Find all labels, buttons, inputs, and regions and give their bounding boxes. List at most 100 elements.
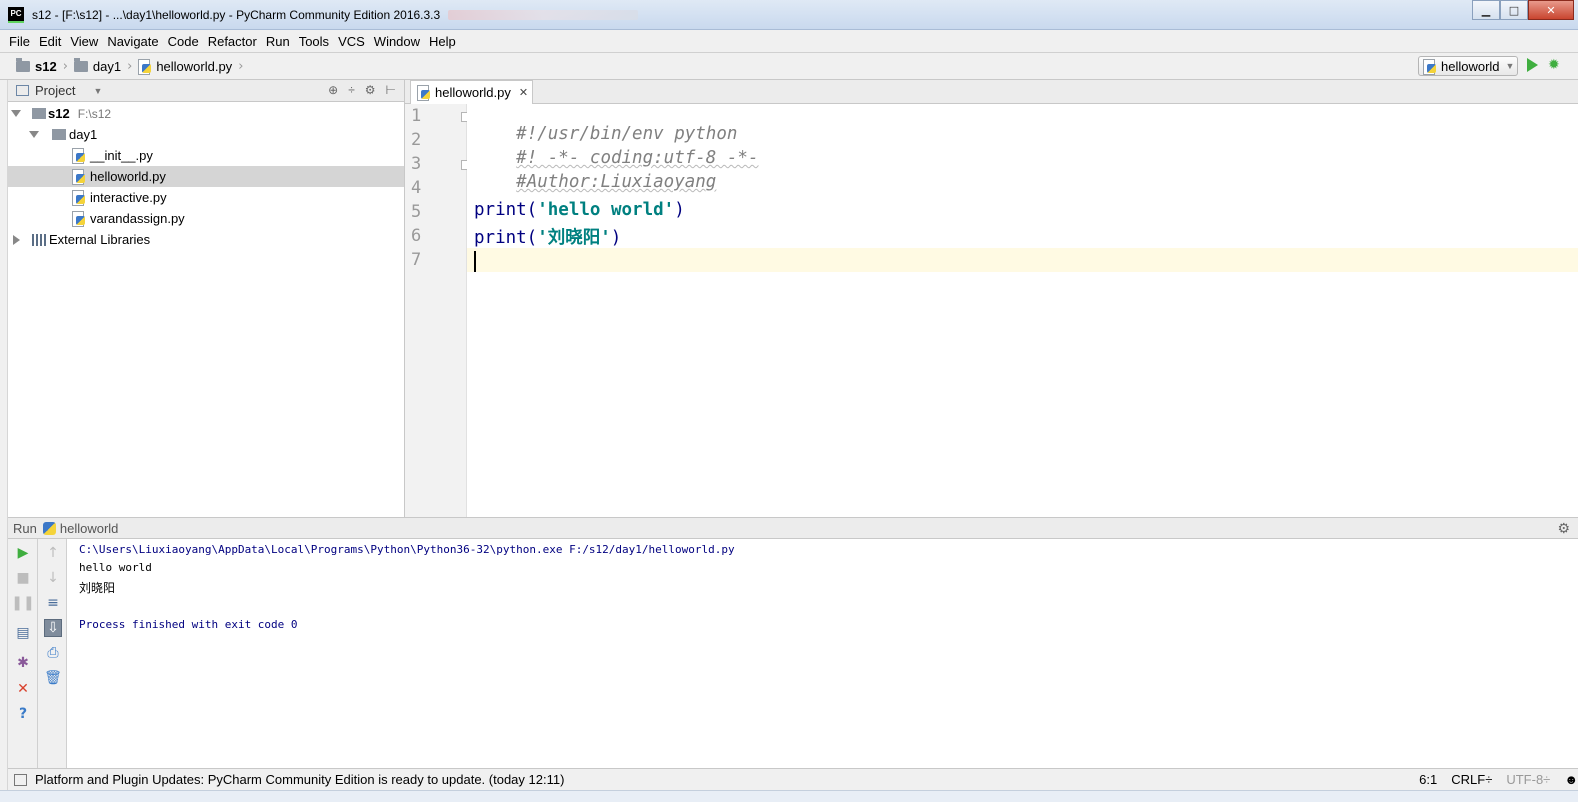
- tree-item-file[interactable]: __init__.py: [8, 145, 404, 166]
- menu-vcs[interactable]: VCS: [338, 34, 365, 49]
- code-line-6: print('刘晓阳'): [474, 224, 621, 249]
- close-tab-icon[interactable]: ✕: [519, 86, 528, 99]
- line-number: 2: [411, 130, 422, 150]
- project-panel-header[interactable]: Project ▼ ⊕ ÷ ⚙ ⊢: [8, 80, 404, 102]
- navigation-bar: s12 › day1 › helloworld.py › helloworld …: [0, 52, 1578, 80]
- window-title: s12 - [F:\s12] - ...\day1\helloworld.py …: [32, 7, 441, 22]
- chevron-down-icon: ▼: [1505, 61, 1515, 71]
- tree-file-label: __init__.py: [90, 148, 153, 163]
- run-configuration-dropdown[interactable]: helloworld ▼: [1418, 56, 1518, 76]
- chevron-right-icon: ›: [238, 58, 244, 74]
- menu-help[interactable]: Help: [429, 34, 456, 49]
- hide-panel-icon[interactable]: ⊢: [386, 83, 396, 97]
- current-line-highlight: [467, 248, 1578, 272]
- line-number: 1: [411, 106, 422, 126]
- run-toolbar-primary: ▶ ■ ❚❚ ▤ ✱ ✕ ?: [8, 539, 38, 768]
- debug-bug-icon[interactable]: ✹: [1548, 57, 1564, 73]
- python-file-icon: [72, 148, 86, 164]
- soft-wrap-icon[interactable]: ≡: [44, 594, 62, 612]
- file-encoding[interactable]: UTF-8÷: [1506, 772, 1550, 787]
- inspector-icon[interactable]: ☻: [1564, 772, 1578, 787]
- arrow-down-icon[interactable]: ↓: [44, 569, 62, 587]
- editor-tab-bar: helloworld.py ✕: [405, 80, 1578, 104]
- menu-refactor[interactable]: Refactor: [208, 34, 257, 49]
- folder-icon: [73, 57, 88, 72]
- menu-bar: File Edit View Navigate Code Refactor Ru…: [0, 30, 1578, 52]
- python-icon: [42, 521, 56, 535]
- folder-icon: [16, 57, 30, 72]
- code-line-5: print('hello world'): [474, 200, 685, 220]
- tree-item-file[interactable]: varandassign.py: [8, 208, 404, 229]
- breadcrumb-folder[interactable]: day1: [73, 57, 121, 74]
- chevron-right-icon: ›: [127, 58, 133, 74]
- run-console[interactable]: C:\Users\Liuxiaoyang\AppData\Local\Progr…: [67, 539, 1578, 768]
- rerun-icon[interactable]: ▶: [14, 544, 32, 562]
- title-bar: PC s12 - [F:\s12] - ...\day1\helloworld.…: [0, 0, 1578, 30]
- tree-item-external-libraries[interactable]: External Libraries: [8, 229, 404, 250]
- tree-root-path: F:\s12: [77, 106, 112, 121]
- menu-run[interactable]: Run: [266, 34, 290, 49]
- breadcrumb-project[interactable]: s12: [16, 57, 57, 74]
- comment-token: #Author:Liuxiaoyang: [516, 172, 717, 192]
- text-caret: [474, 251, 476, 272]
- tree-file-label: interactive.py: [90, 190, 167, 205]
- tree-file-label: varandassign.py: [90, 211, 185, 226]
- gear-icon[interactable]: ⚙: [365, 83, 376, 97]
- menu-file[interactable]: File: [9, 34, 30, 49]
- locate-target-icon[interactable]: ⊕: [328, 83, 338, 97]
- function-token: print(: [474, 200, 538, 220]
- tree-item-file[interactable]: interactive.py: [8, 187, 404, 208]
- menu-tools[interactable]: Tools: [299, 34, 329, 49]
- close-button[interactable]: ✕: [1528, 0, 1574, 20]
- close-icon[interactable]: ✕: [14, 680, 32, 698]
- status-bar: Platform and Plugin Updates: PyCharm Com…: [8, 768, 1578, 790]
- line-separator[interactable]: CRLF÷: [1451, 772, 1492, 787]
- tree-item-folder[interactable]: day1: [8, 124, 404, 145]
- collapsed-arrow-icon[interactable]: [13, 234, 20, 245]
- pin-icon[interactable]: ✱: [14, 654, 32, 672]
- caret-position[interactable]: 6:1: [1419, 772, 1437, 787]
- maximize-button[interactable]: □: [1500, 0, 1528, 20]
- arrow-up-icon[interactable]: ↑: [44, 544, 62, 562]
- gear-icon[interactable]: ⚙: [1557, 520, 1570, 537]
- scroll-to-end-icon[interactable]: ⇩: [44, 619, 62, 637]
- tool-windows-icon[interactable]: [14, 773, 27, 786]
- breadcrumb-file-label: helloworld.py: [156, 58, 233, 74]
- run-configuration-label: helloworld: [1441, 58, 1500, 74]
- tree-external-label: External Libraries: [49, 232, 151, 247]
- print-icon[interactable]: ⎙: [44, 644, 62, 662]
- line-number: 6: [411, 226, 422, 246]
- editor-gutter: 1 2 3 4 5 6 7: [405, 104, 470, 517]
- expand-arrow-icon[interactable]: [11, 110, 21, 117]
- breadcrumb-file[interactable]: helloworld.py: [138, 58, 233, 75]
- minimize-button[interactable]: ▁: [1472, 0, 1500, 20]
- help-icon[interactable]: ?: [14, 705, 32, 723]
- line-number: 4: [411, 178, 422, 198]
- expand-arrow-icon[interactable]: [29, 131, 39, 138]
- stop-icon[interactable]: ■: [14, 569, 32, 587]
- editor-tab-helloworld[interactable]: helloworld.py ✕: [410, 80, 533, 104]
- menu-code[interactable]: Code: [168, 34, 199, 49]
- tree-item-file-selected[interactable]: helloworld.py: [8, 166, 404, 187]
- run-button[interactable]: [1527, 58, 1538, 72]
- run-panel-config[interactable]: helloworld: [60, 521, 119, 536]
- paren-token: ): [674, 200, 685, 220]
- python-file-icon: [72, 169, 86, 185]
- code-editor[interactable]: #!/usr/bin/env python #! -*- coding:utf-…: [467, 104, 1578, 517]
- editor-tab-label: helloworld.py: [435, 85, 511, 100]
- layout-icon[interactable]: ▤: [14, 624, 32, 642]
- tree-item-root[interactable]: s12 F:\s12: [8, 103, 404, 124]
- console-output-line: 刘晓阳: [79, 581, 116, 595]
- menu-window[interactable]: Window: [374, 34, 420, 49]
- window-bottom-border: [0, 790, 1578, 802]
- menu-navigate[interactable]: Navigate: [107, 34, 158, 49]
- menu-view[interactable]: View: [70, 34, 98, 49]
- collapse-all-icon[interactable]: ÷: [348, 83, 355, 97]
- menu-edit[interactable]: Edit: [39, 34, 61, 49]
- chevron-right-icon: ›: [62, 58, 68, 74]
- trash-icon[interactable]: 🗑: [44, 669, 62, 687]
- pause-icon[interactable]: ❚❚: [11, 594, 34, 612]
- project-panel-tools: ⊕ ÷ ⚙ ⊢: [328, 83, 396, 97]
- console-output-line: hello world: [79, 561, 152, 574]
- status-message[interactable]: Platform and Plugin Updates: PyCharm Com…: [35, 772, 564, 787]
